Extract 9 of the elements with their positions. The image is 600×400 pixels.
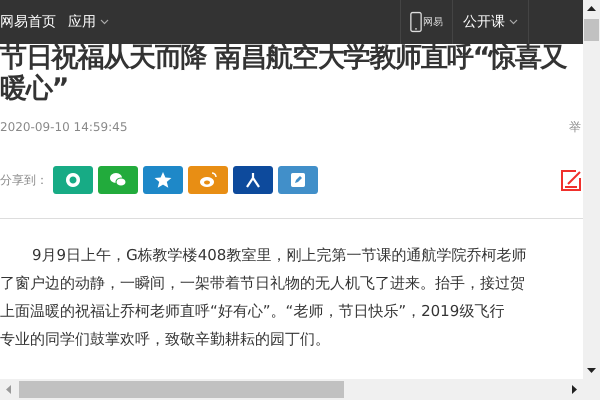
mobile-app-link[interactable]: 网易 [400,0,452,44]
report-link[interactable]: 举 [569,118,581,136]
nav-link[interactable]: 应用 [68,13,109,31]
article-title: 节日祝福从天而降 南昌航空大学教师直呼“惊喜又暖心” [0,42,568,104]
article-paragraph: 9月9日上午，G栋教学楼408教室里，刚上完第一节课的通航学院乔柯老师 了窗户边的动静，一瞬间，一架带着节日礼物的无人机飞了进来。抬手，接过贺 上面温暖的祝福让乔柯老师直呼“好有心”。“老师，节日快乐”，2019级飞行 专业的同学们鼓掌欢呼，致敬辛勤耕耘的园丁们。 [0,245,528,350]
nav-menu[interactable]: 公开课 [452,0,528,44]
nav-link[interactable]: 网易首页 [0,13,56,31]
publish-date: 2020-09-10 14:59:45 [0,120,128,134]
share-label: 分享到： [0,172,48,188]
